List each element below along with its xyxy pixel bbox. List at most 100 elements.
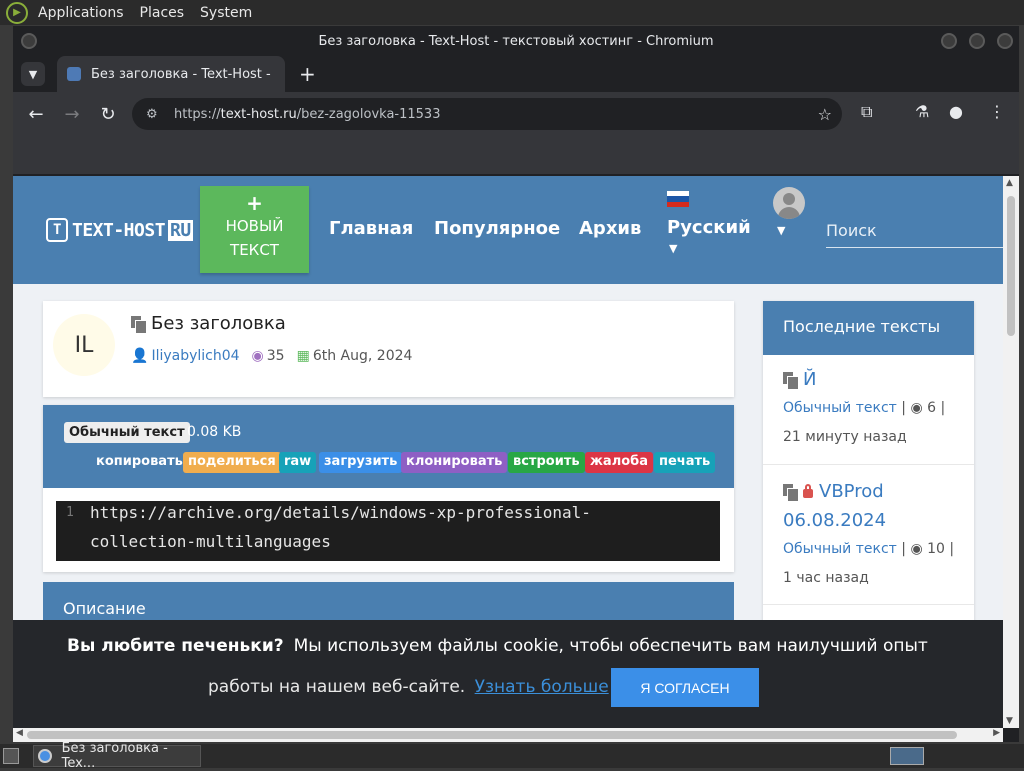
share-button[interactable]: поделиться: [183, 452, 281, 473]
download-button[interactable]: загрузить: [319, 452, 403, 473]
tab-title: Без заголовка - Text-Host -: [91, 66, 271, 82]
address-bar[interactable]: ⚙ https://text-host.ru/bez-zagolovka-115…: [132, 98, 842, 130]
minimize-button[interactable]: [941, 33, 957, 49]
clone-button[interactable]: клонировать: [401, 452, 508, 473]
search-input[interactable]: [826, 214, 1003, 248]
russia-flag-icon: [667, 191, 689, 207]
browser-window: Без заголовка - Text-Host - текстовый хо…: [13, 26, 1019, 742]
workspace-switcher[interactable]: [890, 747, 924, 765]
recent-item-title-line2[interactable]: 06.08.2024: [783, 506, 974, 535]
paste-title-card: IL Без заголовка 👤 Iliyabylich04 ◉ 35 ▦ …: [43, 301, 734, 397]
tab-active[interactable]: Без заголовка - Text-Host -: [57, 56, 285, 92]
report-button[interactable]: жалоба: [585, 452, 654, 473]
document-icon: [783, 483, 799, 502]
new-text-button[interactable]: + НОВЫЙ ТЕКСТ: [200, 186, 309, 273]
eye-icon: ◉: [910, 541, 923, 557]
print-button[interactable]: печать: [654, 452, 716, 473]
maximize-button[interactable]: [969, 33, 985, 49]
top-panel: ▶ Applications Places System: [0, 0, 1024, 25]
paste-title: Без заголовка: [131, 313, 286, 334]
distro-logo-icon[interactable]: ▶: [6, 1, 28, 24]
user-menu-chevron-icon[interactable]: ▼: [777, 224, 785, 237]
more-menu-icon[interactable]: ⋮: [989, 102, 1005, 121]
scroll-down-icon[interactable]: ▼: [1006, 716, 1013, 726]
description-heading: Описание: [63, 599, 146, 618]
show-desktop-icon[interactable]: [3, 748, 19, 764]
horizontal-scrollbar[interactable]: ◀ ▶: [13, 728, 1003, 742]
places-menu[interactable]: Places: [140, 5, 185, 21]
window-titlebar[interactable]: Без заголовка - Text-Host - текстовый хо…: [13, 26, 1019, 56]
accept-cookies-button[interactable]: Я СОГЛАСЕН: [611, 668, 759, 707]
chevron-down-icon: ▼: [669, 242, 678, 255]
horizontal-scroll-thumb[interactable]: [27, 731, 957, 739]
embed-button[interactable]: встроить: [508, 452, 585, 473]
code-line: https://archive.org/details/windows-xp-p…: [90, 503, 591, 522]
cookie-message-line2: работы на нашем веб-сайте. Узнать больше: [208, 677, 609, 697]
vertical-scrollbar[interactable]: ▲ ▼: [1003, 176, 1019, 728]
recent-item-title[interactable]: Й: [803, 365, 816, 394]
author-link[interactable]: Iliyabylich04: [151, 348, 239, 364]
profile-icon[interactable]: ●: [949, 102, 963, 121]
views-count: 35: [266, 348, 285, 364]
new-tab-button[interactable]: +: [299, 62, 316, 86]
forward-arrow-icon[interactable]: →: [54, 104, 90, 125]
scroll-up-icon[interactable]: ▲: [1006, 178, 1013, 188]
vertical-scroll-thumb[interactable]: [1007, 196, 1015, 336]
code-content[interactable]: 1 https://archive.org/details/windows-xp…: [56, 501, 720, 561]
site-info-icon[interactable]: ⚙: [146, 107, 168, 122]
lock-icon: [803, 484, 813, 498]
taskbar-window-item[interactable]: Без заголовка - Tex...: [33, 741, 201, 771]
eye-icon: ◉: [251, 348, 264, 364]
recent-item-time: 21 минуту назад: [783, 429, 907, 445]
labs-flask-icon[interactable]: ⚗: [915, 102, 929, 121]
recent-texts-heading: Последние тексты: [763, 301, 974, 355]
window-menu-button[interactable]: [21, 33, 37, 49]
site-logo[interactable]: T TEXT-HOST RU: [46, 218, 193, 242]
bookmark-star-icon[interactable]: ☆: [818, 105, 832, 124]
language-selector[interactable]: Русский ▼: [667, 191, 751, 255]
eye-icon: ◉: [910, 400, 923, 416]
paste-meta: 👤 Iliyabylich04 ◉ 35 ▦ 6th Aug, 2024: [131, 348, 412, 364]
browser-toolbar: ← → ↻ ⚙ https://text-host.ru/bez-zagolov…: [13, 92, 1019, 136]
recent-item-time: 1 час назад: [783, 570, 869, 586]
window-title: Без заголовка - Text-Host - текстовый хо…: [318, 33, 714, 49]
scroll-right-icon[interactable]: ▶: [993, 728, 1000, 738]
nav-popular[interactable]: Популярное: [434, 218, 560, 239]
code-panel-header: Обычный текст 0.08 KB копировать поделит…: [43, 405, 734, 488]
recent-item-views: 6: [927, 400, 937, 416]
extensions-icon[interactable]: ⧉: [861, 102, 872, 122]
bookmark-bar: [13, 136, 1019, 174]
user-icon: 👤: [131, 348, 149, 364]
nav-home[interactable]: Главная: [329, 218, 413, 239]
applications-menu[interactable]: Applications: [38, 5, 124, 21]
recent-item-type[interactable]: Обычный текст: [783, 541, 897, 557]
url-text[interactable]: https://text-host.ru/bez-zagolovka-11533: [174, 107, 440, 122]
raw-button[interactable]: raw: [279, 452, 317, 473]
site-header: T TEXT-HOST RU + НОВЫЙ ТЕКСТ Главная Поп…: [13, 176, 1003, 284]
back-arrow-icon[interactable]: ←: [18, 104, 54, 125]
chromium-icon: [38, 749, 52, 763]
user-avatar[interactable]: [773, 187, 805, 219]
recent-item-views: 10: [927, 541, 945, 557]
learn-more-link[interactable]: Узнать больше: [475, 677, 609, 697]
scroll-left-icon[interactable]: ◀: [16, 728, 23, 738]
system-menu[interactable]: System: [200, 5, 252, 21]
calendar-icon: ▦: [296, 348, 310, 364]
recent-item-title[interactable]: VBProd: [819, 477, 884, 506]
nav-archive[interactable]: Архив: [579, 218, 641, 239]
cookie-consent-bar: Вы любите печеньки? Мы используем файлы c…: [13, 620, 1003, 728]
logo-badge-icon: T: [46, 218, 68, 242]
copy-button[interactable]: копировать: [91, 452, 188, 473]
plus-icon: +: [246, 191, 263, 215]
recent-item-type[interactable]: Обычный текст: [783, 400, 897, 416]
document-icon: [131, 315, 147, 334]
reload-icon[interactable]: ↻: [90, 104, 126, 125]
recent-item: VBProd 06.08.2024 Обычный текст | ◉ 10 |…: [763, 477, 974, 605]
code-panel: Обычный текст 0.08 KB копировать поделит…: [43, 405, 734, 572]
line-number: 1: [66, 505, 74, 520]
page-viewport: T TEXT-HOST RU + НОВЫЙ ТЕКСТ Главная Поп…: [13, 176, 1003, 728]
site-favicon-icon: [67, 67, 81, 81]
close-window-button[interactable]: [997, 33, 1013, 49]
recent-item: Й Обычный текст | ◉ 6 | 21 минуту назад: [763, 365, 974, 465]
tab-search-button[interactable]: ▼: [21, 62, 45, 86]
